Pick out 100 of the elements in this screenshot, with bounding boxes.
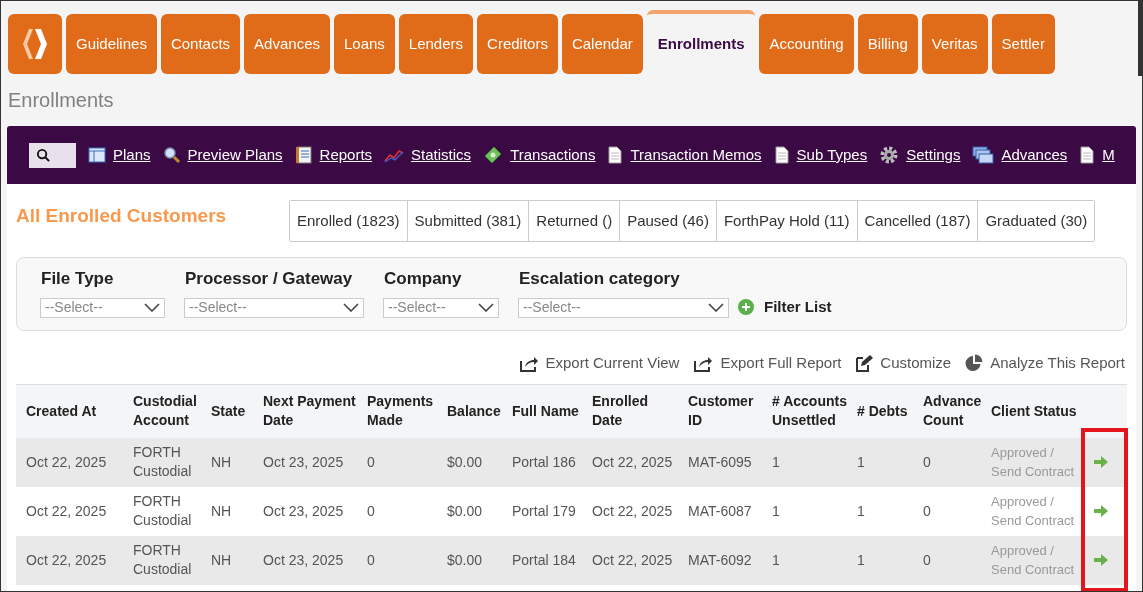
report-action-link[interactable]: Export Full Report: [693, 353, 842, 373]
document-icon: [1079, 146, 1096, 164]
table-cell: 0: [923, 551, 931, 568]
column-header: Customer ID: [688, 393, 754, 429]
section-title: All Enrolled Customers: [16, 204, 228, 228]
logo-icon: [21, 27, 49, 61]
report-action-link[interactable]: Export Current View: [518, 353, 680, 373]
table-cell: NH: [211, 551, 232, 568]
filter-list-button[interactable]: Filter List: [737, 295, 832, 318]
column-header: Client Status: [991, 402, 1077, 419]
notebook-icon: [294, 146, 313, 164]
chevron-down-icon: [478, 303, 494, 312]
table-cell: Oct 23, 2025: [263, 502, 344, 519]
toolbar-link[interactable]: Transactions: [510, 143, 596, 167]
table-cell: Oct 23, 2025: [263, 551, 344, 568]
magnifier-icon: [162, 146, 181, 164]
share-icon: [693, 354, 714, 372]
plus-circle-icon: [737, 297, 755, 316]
report-action-link[interactable]: Analyze This Report: [965, 353, 1125, 373]
table-cell-text: Approved / Send Contract: [991, 444, 1076, 481]
toolbar-link[interactable]: M: [1102, 143, 1115, 167]
column-header: Balance: [447, 402, 501, 419]
table-cell-text: Approved / Send Contract: [991, 542, 1076, 579]
stacked-windows-icon: [972, 146, 995, 164]
toolbar-link[interactable]: Advances: [1001, 143, 1068, 167]
filter-label: Escalation category: [519, 268, 681, 290]
toolbar-link[interactable]: Preview Plans: [187, 143, 283, 167]
arrow-right-icon[interactable]: [1093, 505, 1109, 517]
chevron-down-icon: [343, 303, 359, 312]
table-cell: Oct 23, 2025: [263, 453, 344, 470]
column-header: # Debts: [857, 402, 908, 419]
toolbar-link[interactable]: Statistics: [411, 143, 472, 167]
table-cell: 1: [857, 551, 865, 568]
table-cell: Oct 22, 2025: [592, 502, 673, 519]
toolbar-link[interactable]: Plans: [113, 143, 151, 167]
table-cell: Oct 22, 2025: [26, 551, 107, 568]
status-tab[interactable]: Graduated (30): [977, 201, 1095, 241]
table-cell: Portal 184: [512, 551, 576, 568]
table-cell: Portal 186: [512, 453, 576, 470]
column-header: Enrolled Date: [592, 393, 648, 429]
table-cell: 0: [367, 502, 375, 519]
table-cell: 1: [857, 502, 865, 519]
table-cell: MAT-6087: [688, 502, 752, 519]
table-cell-text: FORTH Custodial: [133, 541, 193, 579]
table-cell: MAT-6092: [688, 551, 752, 568]
table-cell-text: FORTH Custodial: [133, 492, 193, 530]
column-header: Created At: [26, 402, 97, 419]
table-cell: Oct 22, 2025: [592, 551, 673, 568]
select-field[interactable]: --Select--: [184, 297, 364, 318]
toolbar-link[interactable]: Transaction Memos: [630, 143, 762, 167]
table-cell: $0.00: [447, 551, 483, 568]
search-icon: [36, 147, 51, 163]
column-header: Full Name: [512, 402, 579, 419]
table-cell: NH: [211, 502, 232, 519]
table-cell: 1: [857, 453, 865, 470]
table-cell: Oct 22, 2025: [26, 453, 107, 470]
column-header: Payments Made: [367, 393, 434, 429]
table-cell: $0.00: [447, 453, 483, 470]
table-cell: Oct 22, 2025: [592, 453, 673, 470]
filter-label: Company: [384, 268, 463, 290]
toolbar-link[interactable]: Sub Types: [796, 143, 868, 167]
document-icon: [773, 146, 790, 164]
edit-icon: [855, 354, 874, 372]
column-header: Custodial Account: [133, 393, 197, 429]
table-cell: NH: [211, 453, 232, 470]
arrow-right-icon[interactable]: [1093, 456, 1109, 468]
settings-icon: [879, 145, 900, 165]
table-cell: Oct 22, 2025: [26, 502, 107, 519]
filter-label: Processor / Gateway: [185, 268, 354, 290]
filter-label: File Type: [41, 268, 115, 290]
table-cell-text: Approved / Send Contract: [991, 493, 1076, 530]
table-cell: MAT-6095: [688, 453, 752, 470]
chevron-down-icon: [144, 303, 160, 312]
table-cell: 0: [367, 551, 375, 568]
arrow-right-icon[interactable]: [1093, 554, 1109, 566]
document-icon: [607, 146, 624, 164]
table-cell: 1: [772, 453, 780, 470]
table-cell: 0: [923, 453, 931, 470]
report-action-link[interactable]: Customize: [855, 353, 952, 373]
table-cell: Portal 179: [512, 502, 576, 519]
table-cell: 0: [923, 502, 931, 519]
table-cell: 0: [367, 453, 375, 470]
column-header: # Accounts Unsettled: [772, 393, 847, 429]
chevron-down-icon: [708, 303, 724, 312]
column-header: Next Payment Date: [263, 393, 356, 429]
table-cell: $0.00: [447, 502, 483, 519]
search-button[interactable]: [29, 142, 76, 168]
table-icon: [88, 147, 106, 163]
pie-chart-icon: [965, 354, 984, 372]
toolbar-link[interactable]: Settings: [906, 143, 961, 167]
column-header: State: [211, 402, 246, 419]
select-field[interactable]: --Select--: [40, 297, 165, 318]
share-icon: [518, 354, 539, 372]
logo[interactable]: [8, 14, 62, 74]
table-cell: 1: [772, 502, 780, 519]
toolbar-link[interactable]: Reports: [319, 143, 373, 167]
page-title: Enrollments: [7, 88, 115, 112]
table-cell: 1: [772, 551, 780, 568]
select-field[interactable]: --Select--: [383, 297, 499, 318]
select-field[interactable]: --Select--: [518, 297, 729, 318]
